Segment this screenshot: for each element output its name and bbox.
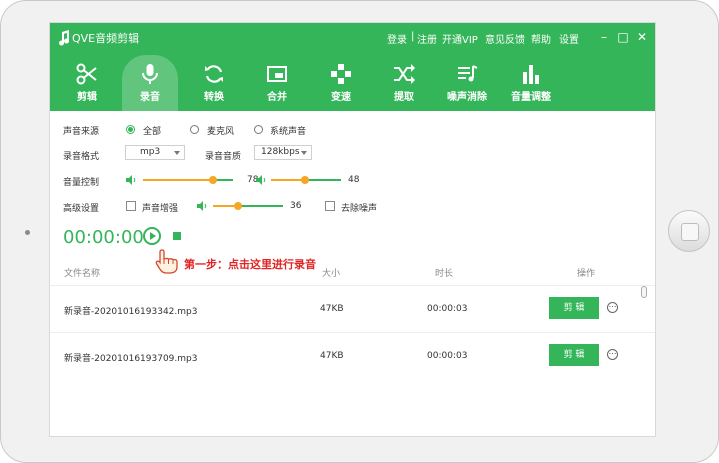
tool-extract[interactable]: 提取 bbox=[376, 55, 432, 111]
speaker-icon bbox=[256, 175, 266, 185]
enhance-slider-knob[interactable] bbox=[234, 202, 243, 210]
speaker-icon bbox=[197, 201, 207, 211]
source-mic-radio[interactable] bbox=[190, 125, 199, 134]
volume-label: 音量控制 bbox=[63, 178, 100, 188]
shuffle-icon bbox=[394, 64, 415, 84]
denoise-checkbox[interactable] bbox=[325, 201, 335, 211]
tool-speed[interactable]: 变速 bbox=[313, 55, 369, 111]
format-value: mp3 bbox=[140, 147, 161, 157]
tool-extract-label: 提取 bbox=[394, 92, 414, 103]
col-duration: 时长 bbox=[435, 269, 454, 279]
source-system-radio[interactable] bbox=[254, 125, 263, 134]
enhance-slider[interactable] bbox=[213, 201, 283, 211]
quality-value: 128kbps bbox=[261, 147, 300, 157]
chevron-down-icon bbox=[174, 151, 180, 155]
file-table-header: 文件名称 大小 时长 操作 bbox=[50, 263, 655, 279]
volume-slider-2-value: 48 bbox=[348, 175, 360, 185]
denoise-label: 去除噪声 bbox=[341, 204, 378, 214]
enhance-value: 36 bbox=[290, 201, 302, 211]
login-link[interactable]: 登录 bbox=[387, 31, 407, 46]
edit-button[interactable]: 剪 辑 bbox=[549, 297, 599, 319]
record-play-button[interactable] bbox=[143, 227, 161, 245]
tool-noise-removal-label: 噪声消除 bbox=[447, 92, 487, 103]
speed-icon bbox=[331, 64, 351, 84]
tool-convert-label: 转换 bbox=[204, 92, 224, 103]
format-select[interactable]: mp3 bbox=[125, 145, 185, 160]
file-size: 47KB bbox=[320, 304, 344, 314]
link-separator: | bbox=[411, 31, 415, 42]
more-options-icon[interactable]: ⋯ bbox=[607, 349, 618, 360]
noise-removal-icon bbox=[458, 65, 478, 82]
quality-label: 录音音质 bbox=[205, 152, 242, 162]
file-duration: 00:00:03 bbox=[427, 304, 468, 314]
source-mic-label: 麦克风 bbox=[207, 127, 235, 137]
tool-noise-removal[interactable]: 噪声消除 bbox=[439, 55, 495, 111]
refresh-icon bbox=[205, 65, 223, 83]
minimize-button[interactable]: – bbox=[597, 29, 611, 45]
tool-speed-label: 变速 bbox=[331, 92, 351, 103]
merge-icon bbox=[267, 66, 287, 82]
file-name: 新录音-20201016193342.mp3 bbox=[64, 307, 198, 317]
tool-convert[interactable]: 转换 bbox=[186, 55, 242, 111]
app-title: QVE音频剪辑 bbox=[72, 32, 140, 45]
volume-bars-icon bbox=[523, 65, 539, 84]
tool-record[interactable]: 录音 bbox=[122, 55, 178, 111]
format-label: 录音格式 bbox=[63, 152, 100, 162]
record-stop-button[interactable] bbox=[173, 232, 181, 240]
quality-select[interactable]: 128kbps bbox=[254, 145, 312, 160]
enhance-checkbox[interactable] bbox=[126, 201, 136, 211]
microphone-icon bbox=[142, 64, 158, 84]
file-name: 新录音-20201016193709.mp3 bbox=[64, 354, 198, 364]
settings-link[interactable]: 设置 bbox=[559, 31, 579, 46]
advanced-label: 高级设置 bbox=[63, 204, 100, 214]
record-timer: 00:00:00 bbox=[63, 227, 144, 248]
col-name: 文件名称 bbox=[64, 269, 101, 279]
file-size: 47KB bbox=[320, 351, 344, 361]
source-all-radio[interactable] bbox=[126, 125, 135, 134]
enhance-label: 声音增强 bbox=[142, 204, 179, 214]
table-row[interactable]: 新录音-20201016193709.mp3 47KB 00:00:03 剪 辑… bbox=[50, 332, 655, 378]
tool-cut-label: 剪辑 bbox=[77, 92, 97, 103]
tool-merge-label: 合并 bbox=[267, 92, 287, 103]
vip-link[interactable]: 开通VIP bbox=[442, 31, 478, 46]
tool-merge[interactable]: 合并 bbox=[249, 55, 305, 111]
feedback-link[interactable]: 意见反馈 bbox=[485, 31, 525, 46]
file-duration: 00:00:03 bbox=[427, 351, 468, 361]
speaker-icon bbox=[126, 175, 136, 185]
tablet-home-button[interactable] bbox=[668, 210, 710, 252]
source-system-label: 系统声音 bbox=[270, 127, 307, 137]
close-button[interactable]: ✕ bbox=[635, 29, 649, 45]
col-size: 大小 bbox=[322, 269, 341, 279]
main-toolbar: 剪辑 录音 转换 合并 变速 提取 噪声消除 音量调整 bbox=[50, 53, 655, 111]
volume-slider-1-fill bbox=[143, 179, 214, 181]
title-bar: QVE音频剪辑 登录 | 注册 开通VIP 意见反馈 帮助 设置 – □ ✕ bbox=[50, 23, 655, 53]
volume-slider-1[interactable] bbox=[143, 175, 233, 185]
tablet-camera-dot bbox=[25, 230, 30, 235]
app-window: QVE音频剪辑 登录 | 注册 开通VIP 意见反馈 帮助 设置 – □ ✕ 剪… bbox=[49, 22, 656, 437]
volume-slider-2-fill bbox=[271, 179, 305, 181]
volume-slider-2-knob[interactable] bbox=[300, 176, 309, 184]
edit-button[interactable]: 剪 辑 bbox=[549, 344, 599, 366]
register-link[interactable]: 注册 bbox=[417, 31, 437, 46]
source-label: 声音来源 bbox=[63, 127, 100, 137]
maximize-button[interactable]: □ bbox=[616, 29, 630, 45]
volume-slider-1-knob[interactable] bbox=[209, 176, 218, 184]
music-note-icon bbox=[59, 30, 70, 46]
chevron-down-icon bbox=[301, 151, 307, 155]
tool-record-label: 录音 bbox=[140, 92, 160, 103]
tool-volume-adjust-label: 音量调整 bbox=[511, 92, 551, 103]
tool-cut[interactable]: 剪辑 bbox=[59, 55, 115, 111]
col-action: 操作 bbox=[577, 269, 596, 279]
volume-slider-2[interactable] bbox=[271, 175, 341, 185]
more-options-icon[interactable]: ⋯ bbox=[607, 302, 618, 313]
help-link[interactable]: 帮助 bbox=[531, 31, 551, 46]
scissors-icon bbox=[76, 63, 97, 85]
source-all-label: 全部 bbox=[143, 127, 162, 137]
table-row[interactable]: 新录音-20201016193342.mp3 47KB 00:00:03 剪 辑… bbox=[50, 285, 655, 331]
tool-volume-adjust[interactable]: 音量调整 bbox=[503, 55, 559, 111]
